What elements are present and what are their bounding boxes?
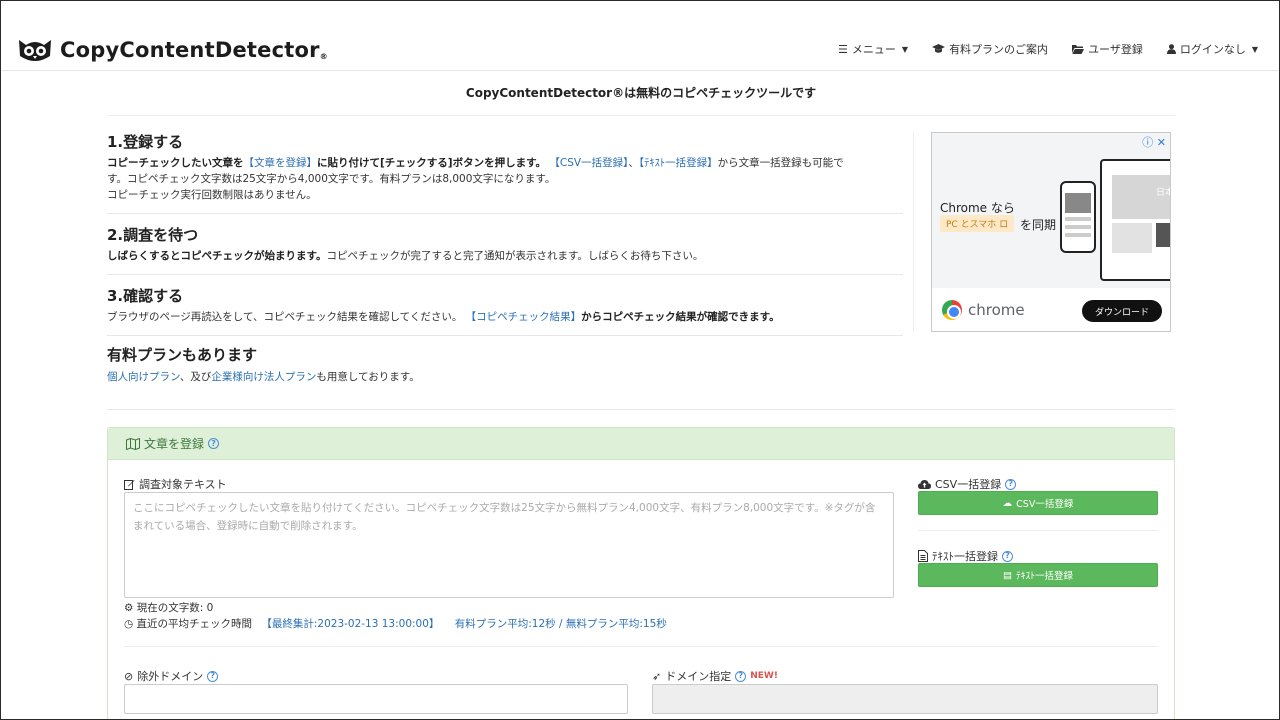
step-confirm: 3.確認する ブラウザのページ再読込をして、コピペチェック結果を確認してください…	[107, 285, 903, 336]
caret-down-icon: ▼	[1251, 44, 1258, 54]
nav-menu[interactable]: ☰ メニュー ▼	[838, 41, 908, 57]
registered-mark: ®	[319, 52, 328, 61]
help-icon[interactable]: ?	[208, 438, 220, 449]
panel-heading: 文章を登録 ?	[108, 428, 1174, 460]
nav-paid-plan[interactable]: 有料プランのご案内	[932, 41, 1048, 57]
nav-user-register[interactable]: ユーザ登録	[1072, 41, 1143, 57]
step-text: ブラウザのページ再読込をして、コピペチェック結果を確認してください。 【コピペチ…	[107, 311, 780, 323]
link-personal-plan[interactable]: 個人向けプラン	[107, 371, 180, 383]
step-wait: 2.調査を待つ しばらくするとコピペチェックが始まります。コピペチェックが完了す…	[107, 224, 903, 275]
browser-frame: CopyContentDetector® ☰ メニュー ▼ 有料プランのご案内 …	[0, 0, 1280, 720]
ad-sync-text: を同期	[1020, 218, 1057, 232]
domain-specify-input[interactable]	[652, 684, 1158, 714]
help-icon[interactable]: ?	[1002, 550, 1013, 562]
navbar: CopyContentDetector® ☰ メニュー ▼ 有料プランのご案内 …	[2, 29, 1278, 71]
step-text: コピーチェックしたい文章を【文章を登録】に貼り付けて[チェックする]ボタンを押し…	[107, 157, 844, 201]
laptop-illustration: 日本	[1100, 159, 1170, 281]
link-corporate-plan[interactable]: 企業様向け法人プラン	[211, 371, 316, 383]
phone-illustration	[1060, 181, 1096, 253]
clock-icon: ◷	[124, 618, 134, 630]
panel-title: 文章を登録	[144, 437, 205, 451]
laptop-text: 日本	[1156, 188, 1170, 198]
ad-footer: chrome ダウンロード	[932, 288, 1170, 331]
csv-bulk-button[interactable]: ☁ CSV一括登録	[918, 491, 1158, 515]
help-icon[interactable]: ?	[735, 670, 747, 682]
exclude-domain-label: ⊘ 除外ドメイン ?	[124, 668, 219, 684]
plan-title: 有料プランもあります	[107, 346, 258, 364]
chrome-logo-icon	[942, 300, 962, 320]
text-bulk-label: ﾃｷｽﾄ一括登録 ?	[918, 548, 1013, 564]
step-title: 3.確認する	[107, 287, 184, 305]
ad-title: Chrome なら	[940, 201, 1015, 215]
chrome-wordmark: chrome	[968, 301, 1025, 319]
top-strip	[2, 2, 1278, 30]
char-count: ⚙ 現在の文字数: 0	[124, 602, 214, 614]
register-text-panel: 文章を登録 ? 調査対象テキスト ⚙ 現在の文字数: 0 ◷ 直近の平均チェック…	[107, 427, 1175, 719]
cloud-upload-icon	[918, 480, 931, 489]
divider	[124, 646, 1158, 647]
avg-values: 有料プラン平均:12秒 / 無料プラン平均:15秒	[454, 618, 667, 630]
step-text: しばらくするとコピペチェックが始まります。コピペチェックが完了すると完了通知が表…	[107, 250, 704, 262]
map-icon	[126, 437, 140, 450]
csv-bulk-label: CSV一括登録 ?	[918, 476, 1017, 492]
step-title: 2.調査を待つ	[107, 226, 199, 244]
caret-down-icon: ▼	[901, 44, 909, 54]
paid-plan-section: 有料プランもあります 個人向けプラン、及び企業様向け法人プランも用意しております…	[107, 344, 903, 384]
target-text-input[interactable]	[124, 492, 894, 598]
user-icon	[1166, 44, 1176, 54]
brand-name: CopyContentDetector®	[60, 38, 328, 62]
divider	[913, 131, 914, 331]
link-check-results[interactable]: 【コピペチェック結果】	[466, 311, 582, 323]
edit-icon	[124, 479, 135, 490]
location-arrow-icon: ➶	[652, 669, 662, 683]
target-text-label: 調査対象テキスト	[124, 476, 227, 492]
site-tagline: CopyContentDetector®は無料のコピペチェックツールです	[465, 86, 817, 100]
graduation-cap-icon	[932, 44, 946, 53]
ad-info-close-icon[interactable]: ⓘ ✕	[1142, 134, 1166, 150]
char-count-value: 0	[206, 602, 214, 614]
how-to-steps: 1.登録する コピーチェックしたい文章を【文章を登録】に貼り付けて[チェックする…	[107, 131, 903, 346]
step-title: 1.登録する	[107, 133, 184, 151]
link-register-text[interactable]: 【文章を登録】	[244, 157, 318, 169]
bars-icon: ☰	[838, 42, 848, 56]
logo[interactable]: CopyContentDetector®	[16, 35, 328, 65]
ad-image: ⓘ ✕ 日本 Chrome なら PC とスマホ ロ を同期	[932, 133, 1170, 288]
average-check-time: ◷ 直近の平均チェック時間 【最終集計:2023-02-13 13:00:00】…	[124, 618, 667, 630]
help-icon[interactable]: ?	[207, 670, 219, 682]
cloud-upload-icon: ☁	[1002, 497, 1013, 509]
owl-logo-icon	[19, 40, 51, 61]
link-csv-bulk[interactable]: 【CSV一括登録】	[549, 157, 628, 169]
file-text-icon: ▤	[1003, 569, 1012, 581]
new-badge: NEW!	[750, 671, 778, 681]
ad-pill: PC とスマホ ロ	[940, 215, 1015, 232]
ban-icon: ⊘	[124, 669, 134, 683]
avg-updated: 【最終集計:2023-02-13 13:00:00】	[261, 618, 440, 630]
divider	[107, 409, 1175, 410]
text-bulk-button[interactable]: ▤ ﾃｷｽﾄ一括登録	[918, 563, 1158, 587]
plan-text: 個人向けプラン、及び企業様向け法人プランも用意しております。	[107, 371, 420, 383]
nav-login[interactable]: ログインなし ▼	[1166, 41, 1258, 57]
chrome-ad[interactable]: ⓘ ✕ 日本 Chrome なら PC とスマホ ロ を同期 chrome ダウ…	[931, 132, 1171, 332]
help-icon[interactable]: ?	[1005, 478, 1017, 490]
domain-specify-label: ➶ ドメイン指定 ? NEW!	[652, 669, 778, 684]
file-text-icon	[918, 550, 928, 562]
divider	[107, 115, 1175, 116]
divider	[918, 530, 1158, 531]
folder-open-icon	[1072, 45, 1085, 54]
download-button[interactable]: ダウンロード	[1082, 300, 1162, 322]
cogs-icon: ⚙	[124, 602, 134, 614]
link-text-bulk[interactable]: 【ﾃｷｽﾄ一括登録】	[639, 157, 718, 169]
step-register: 1.登録する コピーチェックしたい文章を【文章を登録】に貼り付けて[チェックする…	[107, 131, 903, 214]
exclude-domain-input[interactable]	[124, 684, 628, 714]
main-nav: ☰ メニュー ▼ 有料プランのご案内 ユーザ登録 ログインなし ▼	[838, 41, 1258, 57]
